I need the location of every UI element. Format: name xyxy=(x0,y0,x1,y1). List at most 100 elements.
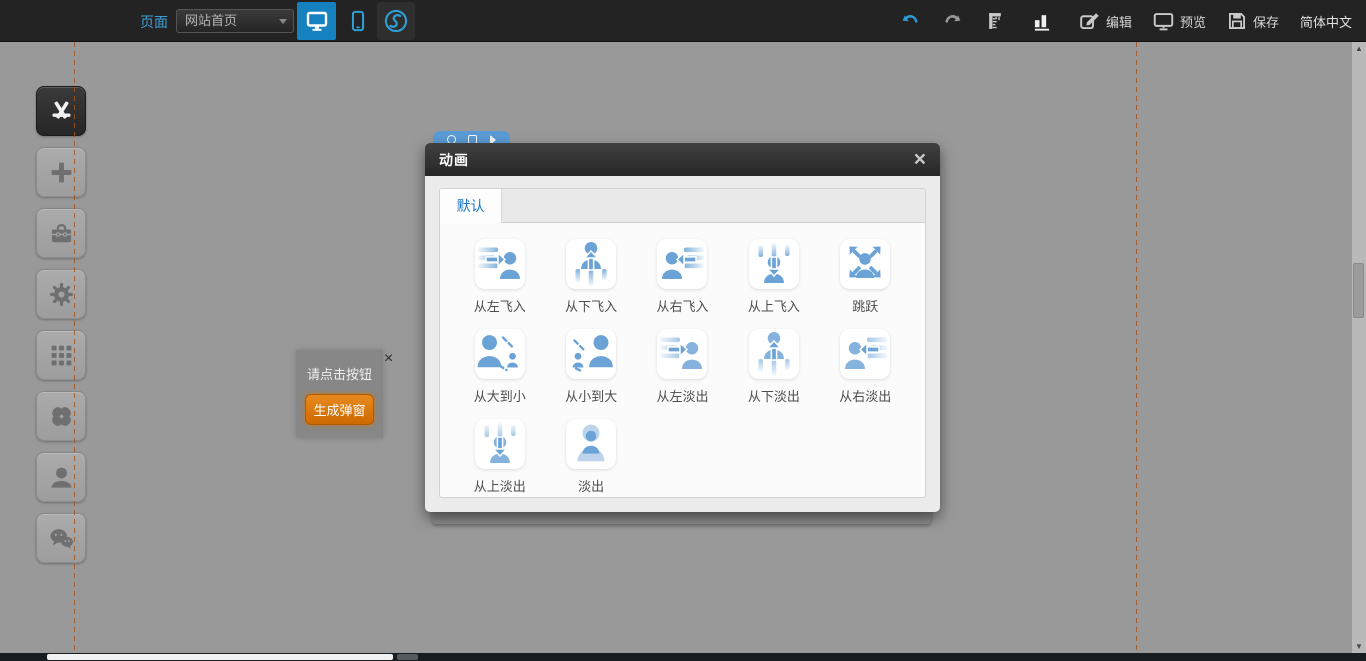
big-to-small-icon[interactable] xyxy=(475,329,525,379)
toolbar-right-group: 编辑 预览 保存 简体中文 xyxy=(878,0,1352,42)
language-switcher[interactable]: 简体中文 xyxy=(1300,12,1352,31)
anim-option-fade-out-top[interactable]: 从上淡出 xyxy=(454,419,545,495)
animation-modal: 动画 × 默认 从左飞入 从下飞入 从右飞入 从上飞入 跳跃从大到小 从小到大 从左淡出 从下… xyxy=(425,143,940,512)
anim-option-label: 从右淡出 xyxy=(839,386,891,405)
tab-strip: 默认 xyxy=(440,189,925,223)
anim-option-label: 从大到小 xyxy=(474,386,526,405)
fade-out-top-icon[interactable] xyxy=(475,419,525,469)
anim-option-big-to-small[interactable]: 从大到小 xyxy=(454,329,545,405)
horizontal-scrollbar[interactable] xyxy=(0,653,1366,661)
sidebar-item-widgets[interactable] xyxy=(36,391,86,441)
sidebar-item-toolbox[interactable] xyxy=(36,208,86,258)
preview-button[interactable]: 预览 xyxy=(1153,11,1206,32)
widget-sidebar xyxy=(36,86,86,563)
link-icon xyxy=(383,8,409,34)
anim-option-label: 从小到大 xyxy=(565,386,617,405)
fade-out-bottom-icon[interactable] xyxy=(749,329,799,379)
anim-option-fade-out[interactable]: 淡出 xyxy=(545,419,636,495)
anim-option-fade-out-left[interactable]: 从左淡出 xyxy=(637,329,728,405)
redo-button[interactable] xyxy=(942,11,964,31)
sidebar-item-add-module[interactable] xyxy=(36,147,86,197)
top-toolbar: 页面 网站首页 xyxy=(0,0,1366,42)
fade-out-right-icon[interactable] xyxy=(840,329,890,379)
sidebar-item-app-market[interactable] xyxy=(36,86,86,136)
anim-option-label: 跳跃 xyxy=(852,296,878,315)
ruler-icon xyxy=(985,10,1005,32)
scroll-up-arrow-icon[interactable]: ▲ xyxy=(1352,42,1366,55)
anim-option-fly-in-top[interactable]: 从上飞入 xyxy=(728,239,819,315)
gear-icon xyxy=(48,281,75,308)
preview-label: 预览 xyxy=(1180,12,1206,31)
anim-option-fly-in-left[interactable]: 从左飞入 xyxy=(454,239,545,315)
save-floppy-icon xyxy=(1227,11,1247,31)
edit-button[interactable]: 编辑 xyxy=(1079,11,1132,32)
anim-option-small-to-big[interactable]: 从小到大 xyxy=(545,329,636,405)
fly-in-top-icon[interactable] xyxy=(749,239,799,289)
page-guide-right xyxy=(1136,42,1137,653)
page-select[interactable]: 网站首页 xyxy=(176,9,294,33)
sidebar-item-wechat[interactable] xyxy=(36,513,86,563)
anim-option-label: 从左飞入 xyxy=(474,296,526,315)
plus-icon xyxy=(48,159,75,186)
modal-body: 默认 从左飞入 从下飞入 从右飞入 从上飞入 跳跃从大到小 从小到大 从左淡出 从下淡出 从右淡… xyxy=(425,176,940,512)
desktop-icon xyxy=(305,9,329,33)
popup-close-icon[interactable]: × xyxy=(384,351,393,367)
user-icon xyxy=(48,464,75,491)
clover-icon xyxy=(48,403,75,430)
modal-title: 动画 xyxy=(439,150,469,170)
anim-option-fade-out-right[interactable]: 从右淡出 xyxy=(820,329,911,405)
vertical-scrollbar[interactable]: ▲ ▼ xyxy=(1352,42,1366,653)
anim-option-jump[interactable]: 跳跃 xyxy=(820,239,911,315)
anim-option-fly-in-bottom[interactable]: 从下飞入 xyxy=(545,239,636,315)
undo-button[interactable] xyxy=(899,11,921,31)
anim-option-fly-in-right[interactable]: 从右飞入 xyxy=(637,239,728,315)
fly-in-left-icon[interactable] xyxy=(475,239,525,289)
vertical-scroll-thumb[interactable] xyxy=(1353,263,1364,318)
wechat-icon xyxy=(48,525,75,552)
grid-icon xyxy=(48,342,75,369)
modal-close-icon[interactable]: × xyxy=(914,150,926,170)
edit-pencil-icon xyxy=(1079,11,1100,32)
sidebar-item-modules[interactable] xyxy=(36,330,86,380)
anim-option-label: 从下淡出 xyxy=(748,386,800,405)
sidebar-item-settings[interactable] xyxy=(36,269,86,319)
stats-button[interactable] xyxy=(1032,10,1058,32)
link-mode-button[interactable] xyxy=(377,2,415,40)
ruler-button[interactable] xyxy=(985,10,1011,32)
anim-option-fade-out-bottom[interactable]: 从下淡出 xyxy=(728,329,819,405)
save-label: 保存 xyxy=(1253,12,1279,31)
tab-default[interactable]: 默认 xyxy=(440,189,502,223)
toolbox-icon xyxy=(48,220,75,247)
generate-popup-button[interactable]: 生成弹窗 xyxy=(305,394,373,425)
app-market-icon xyxy=(48,98,75,125)
jump-icon[interactable] xyxy=(840,239,890,289)
fade-out-icon[interactable] xyxy=(566,419,616,469)
modal-header[interactable]: 动画 × xyxy=(425,143,940,176)
site-builder-editor: 请点击按钮 生成弹窗 × 动画 × 默认 从左飞入 从下飞入 从右飞入 从上飞入 跳跃从… xyxy=(0,0,1366,661)
page-select-value: 网站首页 xyxy=(185,13,237,28)
bar-chart-icon xyxy=(1032,10,1052,32)
anim-option-label: 从上淡出 xyxy=(474,476,526,495)
page-guide-left xyxy=(74,42,75,653)
anim-option-label: 淡出 xyxy=(578,476,604,495)
scroll-down-arrow-icon[interactable]: ▼ xyxy=(1352,640,1366,653)
fly-in-bottom-icon[interactable] xyxy=(566,239,616,289)
save-button[interactable]: 保存 xyxy=(1227,11,1279,31)
preview-monitor-icon xyxy=(1153,11,1174,32)
mobile-view-button[interactable] xyxy=(341,2,375,40)
small-to-big-icon[interactable] xyxy=(566,329,616,379)
horizontal-scroll-thumb-tail xyxy=(397,654,418,660)
anim-option-label: 从右飞入 xyxy=(656,296,708,315)
fly-in-right-icon[interactable] xyxy=(657,239,707,289)
anim-option-label: 从左淡出 xyxy=(656,386,708,405)
edit-label: 编辑 xyxy=(1106,12,1132,31)
desktop-view-button[interactable] xyxy=(297,2,336,40)
anim-option-label: 从下飞入 xyxy=(565,296,617,315)
anim-option-label: 从上飞入 xyxy=(748,296,800,315)
fade-out-left-icon[interactable] xyxy=(657,329,707,379)
animation-panel: 默认 从左飞入 从下飞入 从右飞入 从上飞入 跳跃从大到小 从小到大 从左淡出 从下淡出 从右淡… xyxy=(439,188,926,498)
horizontal-scroll-thumb[interactable] xyxy=(47,654,393,660)
sidebar-item-member[interactable] xyxy=(36,452,86,502)
popup-trigger-element: 请点击按钮 生成弹窗 xyxy=(296,350,383,438)
mobile-icon xyxy=(347,9,369,33)
